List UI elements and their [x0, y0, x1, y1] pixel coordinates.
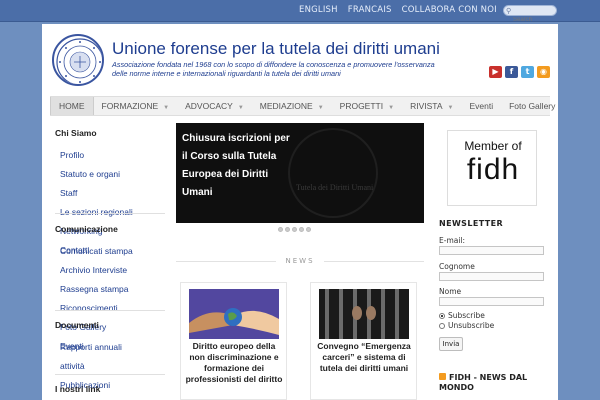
social-links: ▶ f t ◉ — [489, 66, 550, 78]
fidh-member-text: Member of — [464, 139, 522, 153]
slider-dot[interactable] — [306, 227, 311, 232]
radio-unchecked-icon[interactable] — [439, 323, 445, 329]
nav-advocacy[interactable]: ADVOCACY ▼ — [177, 97, 252, 115]
nome-field[interactable] — [439, 297, 544, 306]
cognome-field[interactable] — [439, 272, 544, 281]
newsletter-title: NEWSLETTER — [439, 219, 504, 228]
nav-progetti[interactable]: PROGETTI ▼ — [332, 97, 402, 115]
email-label: E-mail: — [439, 236, 466, 245]
news-image-hands[interactable] — [189, 289, 279, 339]
top-bar: ENGLISH FRANCAIS COLLABORA CON NOI ⚲ — [0, 0, 600, 25]
nav-home[interactable]: HOME — [50, 97, 94, 115]
hands-globe-image — [189, 289, 279, 339]
link-rapporti[interactable]: Rapporti annuali attività — [60, 342, 122, 371]
site-title[interactable]: Unione forense per la tutela dei diritti… — [112, 39, 440, 59]
caret-down-icon: ▼ — [317, 105, 324, 111]
link-profilo[interactable]: Profilo — [60, 150, 84, 160]
main-nav: HOME FORMAZIONE ▼ ADVOCACY ▼ MEDIAZIONE ▼ P… — [50, 96, 555, 116]
facebook-icon[interactable]: f — [505, 66, 518, 78]
section-title: Documenti — [55, 320, 99, 330]
link-sezioni[interactable]: Le sezioni regionali — [60, 207, 133, 217]
prison-bars-image — [319, 289, 409, 339]
link-english[interactable]: ENGLISH — [294, 5, 343, 15]
email-field[interactable] — [439, 246, 544, 255]
documenti-section: Documenti Rapporti annuali attività Pubb… — [55, 320, 133, 392]
featured-slider[interactable]: Tutela dei Diritti Umani Chiusura iscriz… — [176, 123, 424, 223]
link-rassegna[interactable]: Rassegna stampa — [60, 284, 129, 294]
link-staff[interactable]: Staff — [60, 188, 77, 198]
unsubscribe-radio[interactable]: Unsubscribe — [439, 321, 494, 330]
section-title: Comunicazione — [55, 224, 118, 234]
nav-formazione[interactable]: FORMAZIONE ▼ — [94, 97, 178, 115]
divider — [55, 374, 165, 375]
link-riconoscimenti[interactable]: Riconoscimenti — [60, 303, 118, 313]
search-box[interactable]: ⚲ — [503, 5, 557, 25]
submit-button[interactable]: Invia — [439, 337, 463, 351]
news-card[interactable]: Convegno “Emergenza carceri” e sistema d… — [310, 282, 417, 400]
caret-down-icon: ▼ — [388, 105, 395, 111]
caret-down-icon: ▼ — [237, 105, 244, 111]
fidh-logo-text: fidh — [466, 153, 520, 186]
slider-dot[interactable] — [285, 227, 290, 232]
seal-watermark-icon — [288, 128, 378, 218]
link-interviste[interactable]: Archivio Interviste — [60, 265, 127, 275]
divider — [55, 310, 165, 311]
nav-foto-gallery[interactable]: Foto Gallery — [501, 97, 563, 115]
link-francais[interactable]: FRANCAIS — [343, 5, 397, 15]
subscribe-radio[interactable]: Subscribe — [439, 311, 485, 320]
left-sidebar: Chi Siamo Profilo Statuto e organi Staff… — [55, 128, 165, 398]
language-links: ENGLISH FRANCAIS COLLABORA CON NOI — [294, 5, 502, 15]
section-title: Chi Siamo — [55, 128, 97, 138]
link-comunicati[interactable]: Comunicati stampa — [60, 246, 133, 256]
nome-label: Nome — [439, 287, 462, 296]
news-heading: NEWS — [176, 257, 424, 265]
slider-dot[interactable] — [292, 227, 297, 232]
slide-background-text: Tutela dei Diritti Umani — [296, 183, 374, 192]
slide-caption[interactable]: Chiusura iscrizioni per il Corso sulla T… — [182, 130, 292, 202]
nostri-link-section: I nostri link — [55, 384, 100, 399]
news-card-title[interactable]: Diritto europeo della non discriminazion… — [184, 341, 284, 385]
page-container: Unione forense per la tutela dei diritti… — [42, 24, 558, 400]
site-logo[interactable] — [52, 34, 104, 86]
section-title: I nostri link — [55, 384, 101, 394]
slider-dot[interactable] — [299, 227, 304, 232]
site-tagline: Associazione fondata nel 1968 con lo sco… — [112, 60, 435, 78]
link-collabora[interactable]: COLLABORA CON NOI — [397, 5, 502, 15]
news-card[interactable]: Diritto europeo della non discriminazion… — [180, 282, 287, 400]
caret-down-icon: ▼ — [447, 105, 454, 111]
news-image-prison[interactable] — [319, 289, 409, 339]
search-icon: ⚲ — [506, 7, 512, 15]
radio-checked-icon[interactable] — [439, 313, 445, 319]
link-statuto[interactable]: Statuto e organi — [60, 169, 120, 179]
rss-icon[interactable]: ◉ — [537, 66, 550, 78]
twitter-icon[interactable]: t — [521, 66, 534, 78]
nav-rivista[interactable]: RIVISTA ▼ — [402, 97, 461, 115]
fidh-banner[interactable]: Member of fidh — [447, 130, 537, 206]
divider — [55, 213, 165, 214]
cognome-label: Cognome — [439, 262, 475, 271]
caret-down-icon: ▼ — [163, 105, 170, 111]
slider-pagination — [278, 227, 311, 232]
rss-icon — [439, 373, 446, 380]
slider-dot[interactable] — [278, 227, 283, 232]
news-card-title[interactable]: Convegno “Emergenza carceri” e sistema d… — [314, 341, 414, 374]
youtube-icon[interactable]: ▶ — [489, 66, 502, 78]
nav-mediazione[interactable]: MEDIAZIONE ▼ — [252, 97, 332, 115]
nav-eventi[interactable]: Eventi — [461, 97, 501, 115]
feed-title[interactable]: FIDH - NEWS DAL MONDO — [439, 373, 549, 393]
seal-icon — [56, 38, 102, 84]
